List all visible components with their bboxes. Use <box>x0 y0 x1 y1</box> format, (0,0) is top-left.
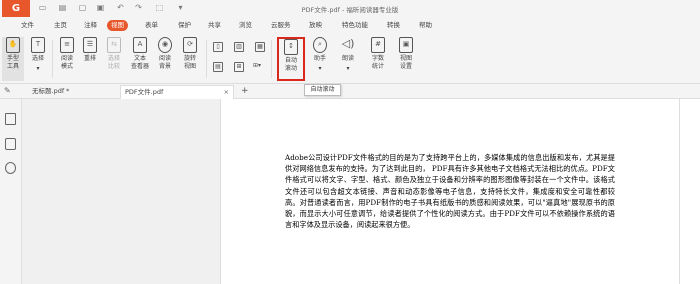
pages-icon[interactable] <box>5 138 16 150</box>
select-compare-button[interactable]: ⇆ 选择 比较 <box>103 37 125 81</box>
separator <box>206 40 207 78</box>
hand-tool-button[interactable]: ✋ 手型 工具 <box>2 37 24 81</box>
text-viewer-icon: A <box>133 37 147 53</box>
separator <box>52 40 53 78</box>
menu-file[interactable]: 文件 <box>17 20 38 31</box>
view-settings-icon: ▣ <box>399 37 413 53</box>
text-viewer-button[interactable]: A 文本 查看器 <box>127 37 153 81</box>
menu-bar: 文件 主页 注释 视图 表单 保护 共享 浏览 云服务 放映 特色功能 转换 帮… <box>0 17 700 34</box>
facing-page-icon[interactable]: ▦ <box>255 42 265 52</box>
reading-mode-button[interactable]: ≡ 阅读 模式 <box>56 37 78 81</box>
word-count-button[interactable]: # 字数 统计 <box>367 37 389 81</box>
document-paragraph: Adobe公司设计PDF文件格式的目的是为了支持跨平台上的，多媒体集成的信息出版… <box>285 153 615 230</box>
assistant-button[interactable]: ⌕ 助手 ▾ <box>309 37 331 81</box>
word-count-icon: # <box>371 37 385 53</box>
pencil-icon[interactable]: ✎ <box>4 86 11 95</box>
thumbnail-view-icon[interactable]: ▤ <box>213 62 223 72</box>
bookmark-icon[interactable] <box>5 113 16 125</box>
title-bar: G ▭ ▤ ▢ ▣ ↶ ↷ ⬚ ▾ PDF文件.pdf - 福昕阅读器专业版 <box>0 0 700 17</box>
auto-scroll-icon: ↕ <box>284 39 298 55</box>
tab-pdf-file[interactable]: 无标题.pdf * PDF文件.pdf × <box>120 85 234 99</box>
comments-icon[interactable] <box>5 162 16 174</box>
read-aloud-button[interactable]: ◁) 朗读 ▾ <box>337 37 359 81</box>
menu-present[interactable]: 放映 <box>305 20 326 31</box>
speaker-icon: ◁) <box>341 37 355 50</box>
auto-scroll-button[interactable]: ↕ 自动 滚动 <box>277 37 305 81</box>
separator <box>271 40 272 78</box>
menu-features[interactable]: 特色功能 <box>338 20 372 31</box>
tab-untitled[interactable]: 无标题.pdf * <box>28 85 118 99</box>
add-tab-button[interactable]: + <box>241 85 249 98</box>
reflow-icon: ☰ <box>83 37 97 53</box>
menu-share[interactable]: 共享 <box>204 20 225 31</box>
continuous-page-icon[interactable]: ▥ <box>234 42 244 52</box>
eye-icon: ◉ <box>158 37 172 53</box>
select-button[interactable]: T 选择 ▾ <box>27 37 49 81</box>
menu-form[interactable]: 表单 <box>141 20 162 31</box>
rotate-view-button[interactable]: ⟳ 旋转 视图 <box>179 37 201 81</box>
ribbon-toolbar: ✋ 手型 工具 T 选择 ▾ ≡ 阅读 模式 ☰ 重排 ⇆ 选择 比较 A 文本… <box>0 34 700 84</box>
hand-icon: ✋ <box>6 37 20 53</box>
assistant-icon: ⌕ <box>313 37 327 53</box>
window-title: PDF文件.pdf - 福昕阅读器专业版 <box>301 6 399 14</box>
text-select-icon: T <box>31 37 45 53</box>
menu-view[interactable]: 视图 <box>107 20 128 31</box>
split-view-icon[interactable]: ⊞ <box>234 62 244 72</box>
reflow-button[interactable]: ☰ 重排 <box>80 37 100 81</box>
menu-protect[interactable]: 保护 <box>174 20 195 31</box>
menu-comment[interactable]: 注释 <box>80 20 101 31</box>
compare-icon: ⇆ <box>107 37 121 53</box>
reading-background-button[interactable]: ◉ 阅读 背景 <box>154 37 176 81</box>
menu-browse[interactable]: 浏览 <box>235 20 256 31</box>
single-page-icon[interactable]: ▯ <box>213 42 223 52</box>
grid-view-icon[interactable]: ⊞▾ <box>252 62 262 72</box>
menu-help[interactable]: 帮助 <box>415 20 436 31</box>
menu-cloud[interactable]: 云服务 <box>267 20 295 31</box>
document-tab-bar: ✎ 无标题.pdf * 无标题.pdf * PDF文件.pdf × + <box>0 84 700 99</box>
menu-convert[interactable]: 转换 <box>383 20 404 31</box>
tooltip-auto-scroll: 自动滚动 <box>304 84 341 96</box>
reading-mode-icon: ≡ <box>60 37 74 53</box>
menu-home[interactable]: 主页 <box>50 20 71 31</box>
rotate-icon: ⟳ <box>183 37 197 53</box>
close-tab-icon[interactable]: × <box>224 86 229 99</box>
view-settings-button[interactable]: ▣ 视图 设置 <box>394 37 418 81</box>
document-background <box>22 99 220 284</box>
left-sidebar <box>0 99 22 284</box>
